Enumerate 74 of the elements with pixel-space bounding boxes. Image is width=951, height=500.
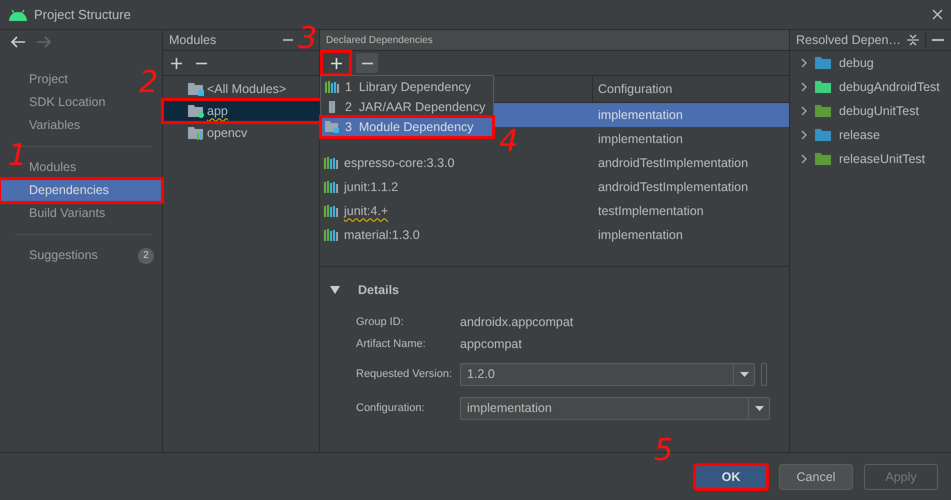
module-item[interactable]: app (163, 100, 323, 122)
dependency-row[interactable]: junit:1.1.2 androidTestImplementation (320, 175, 789, 199)
remove-button[interactable] (356, 53, 378, 73)
field-label: Requested Version: (356, 368, 454, 380)
forward-arrow-icon (36, 36, 52, 48)
configuration-text: androidTestImplementation (598, 180, 748, 194)
add-button[interactable] (322, 52, 350, 74)
configuration-text: androidTestImplementation (598, 156, 748, 170)
module-name: opencv (207, 126, 248, 140)
sidebar-item[interactable]: Variables (0, 114, 88, 137)
folder-icon (188, 82, 204, 96)
configuration-text: testImplementation (598, 204, 704, 218)
module-name: <All Modules> (207, 82, 286, 96)
dependency-name: junit:4.+ (344, 204, 388, 220)
dependency-row[interactable]: material:1.3.0 implementation (320, 223, 789, 247)
collapse-all-icon[interactable] (906, 34, 919, 46)
folder-icon (188, 104, 204, 118)
panel-title: Modules (169, 33, 216, 47)
module-name: app (207, 104, 228, 120)
module-item[interactable]: opencv (163, 122, 323, 144)
callout-number: 5 (654, 436, 674, 466)
sidebar-item[interactable]: Dependencies (0, 179, 162, 202)
library-icon (324, 157, 338, 169)
android-icon (8, 8, 28, 20)
section-title: Details (358, 283, 399, 297)
dependency-name: material:1.3.0 (344, 228, 420, 242)
folder-icon (188, 126, 204, 140)
field-value: androidx.appcompat (460, 315, 574, 329)
field-label: Artifact Name: (356, 338, 427, 350)
menu-item[interactable]: 1 Library Dependency (321, 77, 493, 97)
callout-number: 3 (298, 24, 318, 54)
module-item[interactable]: <All Modules> (163, 78, 323, 100)
library-icon (325, 81, 339, 93)
variant-item[interactable]: release (790, 123, 951, 147)
column-header[interactable]: Configuration (592, 76, 789, 102)
version-combo[interactable]: 1.2.0 (460, 362, 755, 386)
configuration-dropdown[interactable]: implementation (460, 396, 770, 420)
library-icon (324, 181, 338, 193)
variant-item[interactable]: releaseUnitTest (790, 147, 951, 171)
menu-item[interactable]: 3 Module Dependency (321, 117, 493, 137)
variant-item[interactable]: debugUnitTest (790, 99, 951, 123)
sidebar-item[interactable]: SDK Location (0, 91, 114, 114)
dialog-button[interactable]: OK (694, 464, 768, 490)
field-label: Group ID: (356, 316, 405, 328)
add-icon (330, 58, 342, 68)
count-badge: 2 (138, 248, 154, 264)
window-title: Project Structure (34, 7, 132, 22)
add-icon[interactable] (171, 58, 182, 68)
dependency-name: junit:1.1.2 (344, 180, 398, 194)
library-icon (324, 205, 338, 217)
variant-item[interactable]: debugAndroidTest (790, 75, 951, 99)
sidebar-item[interactable]: Project (0, 68, 76, 91)
minimize-icon[interactable] (932, 39, 944, 41)
sidebar-item[interactable]: Build Variants (0, 202, 114, 225)
dropdown-arrow-icon (754, 406, 764, 410)
library-icon (324, 229, 338, 241)
field-value: appcompat (460, 337, 522, 351)
field-label: Configuration: (356, 402, 426, 414)
configuration-text: implementation (598, 108, 683, 122)
folder-icon (325, 121, 339, 133)
panel-title: Declared Dependencies (326, 34, 433, 46)
callout-number: 1 (8, 141, 28, 171)
dependency-row[interactable]: junit:4.+ testImplementation (320, 199, 789, 223)
configuration-text: implementation (598, 228, 683, 242)
sidebar-item[interactable]: Suggestions (0, 244, 106, 267)
dependency-name: espresso-core:3.3.0 (344, 156, 454, 170)
panel-title: Resolved Depen… (796, 33, 901, 47)
variant-item[interactable]: debug (790, 51, 951, 75)
back-arrow-icon[interactable] (10, 36, 26, 48)
callout-number: 2 (139, 68, 158, 98)
dialog-button[interactable]: Cancel (779, 464, 853, 490)
dropdown-arrow-icon (740, 372, 748, 376)
collapse-triangle-icon[interactable] (330, 286, 340, 294)
close-icon[interactable] (932, 9, 943, 20)
